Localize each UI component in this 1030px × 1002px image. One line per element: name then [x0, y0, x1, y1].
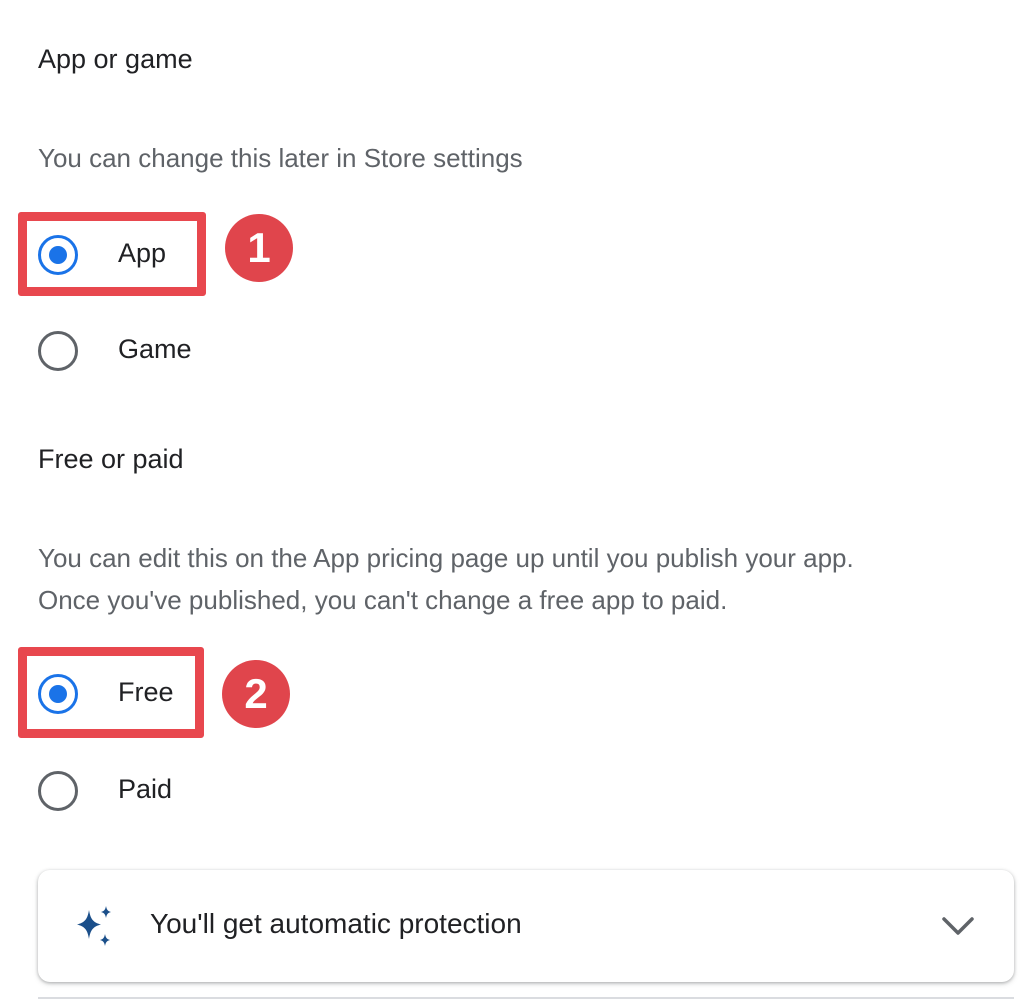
app-or-game-heading: App or game — [38, 44, 193, 74]
free-or-paid-description-line1: You can edit this on the App pricing pag… — [38, 543, 854, 573]
radio-option-paid[interactable]: Paid — [38, 770, 338, 812]
radio-button-paid[interactable] — [38, 771, 78, 811]
automatic-protection-card[interactable]: You'll get automatic protection — [38, 870, 1014, 982]
sparkle-icon — [77, 906, 111, 946]
highlight-box-step-1 — [18, 212, 206, 296]
radio-option-game[interactable]: Game — [38, 330, 338, 372]
step-badge-1: 1 — [225, 214, 293, 282]
step-badge-2: 2 — [222, 660, 290, 728]
bottom-divider — [38, 997, 1014, 999]
radio-label-paid: Paid — [118, 774, 173, 804]
radio-button-game[interactable] — [38, 331, 78, 371]
radio-label-game: Game — [118, 334, 192, 364]
chevron-down-icon[interactable] — [940, 912, 976, 940]
highlight-box-step-2 — [18, 647, 204, 738]
free-or-paid-heading: Free or paid — [38, 444, 184, 474]
free-or-paid-description-line2: Once you've published, you can't change … — [38, 585, 728, 615]
automatic-protection-label: You'll get automatic protection — [150, 908, 522, 939]
app-or-game-description: You can change this later in Store setti… — [38, 143, 523, 173]
